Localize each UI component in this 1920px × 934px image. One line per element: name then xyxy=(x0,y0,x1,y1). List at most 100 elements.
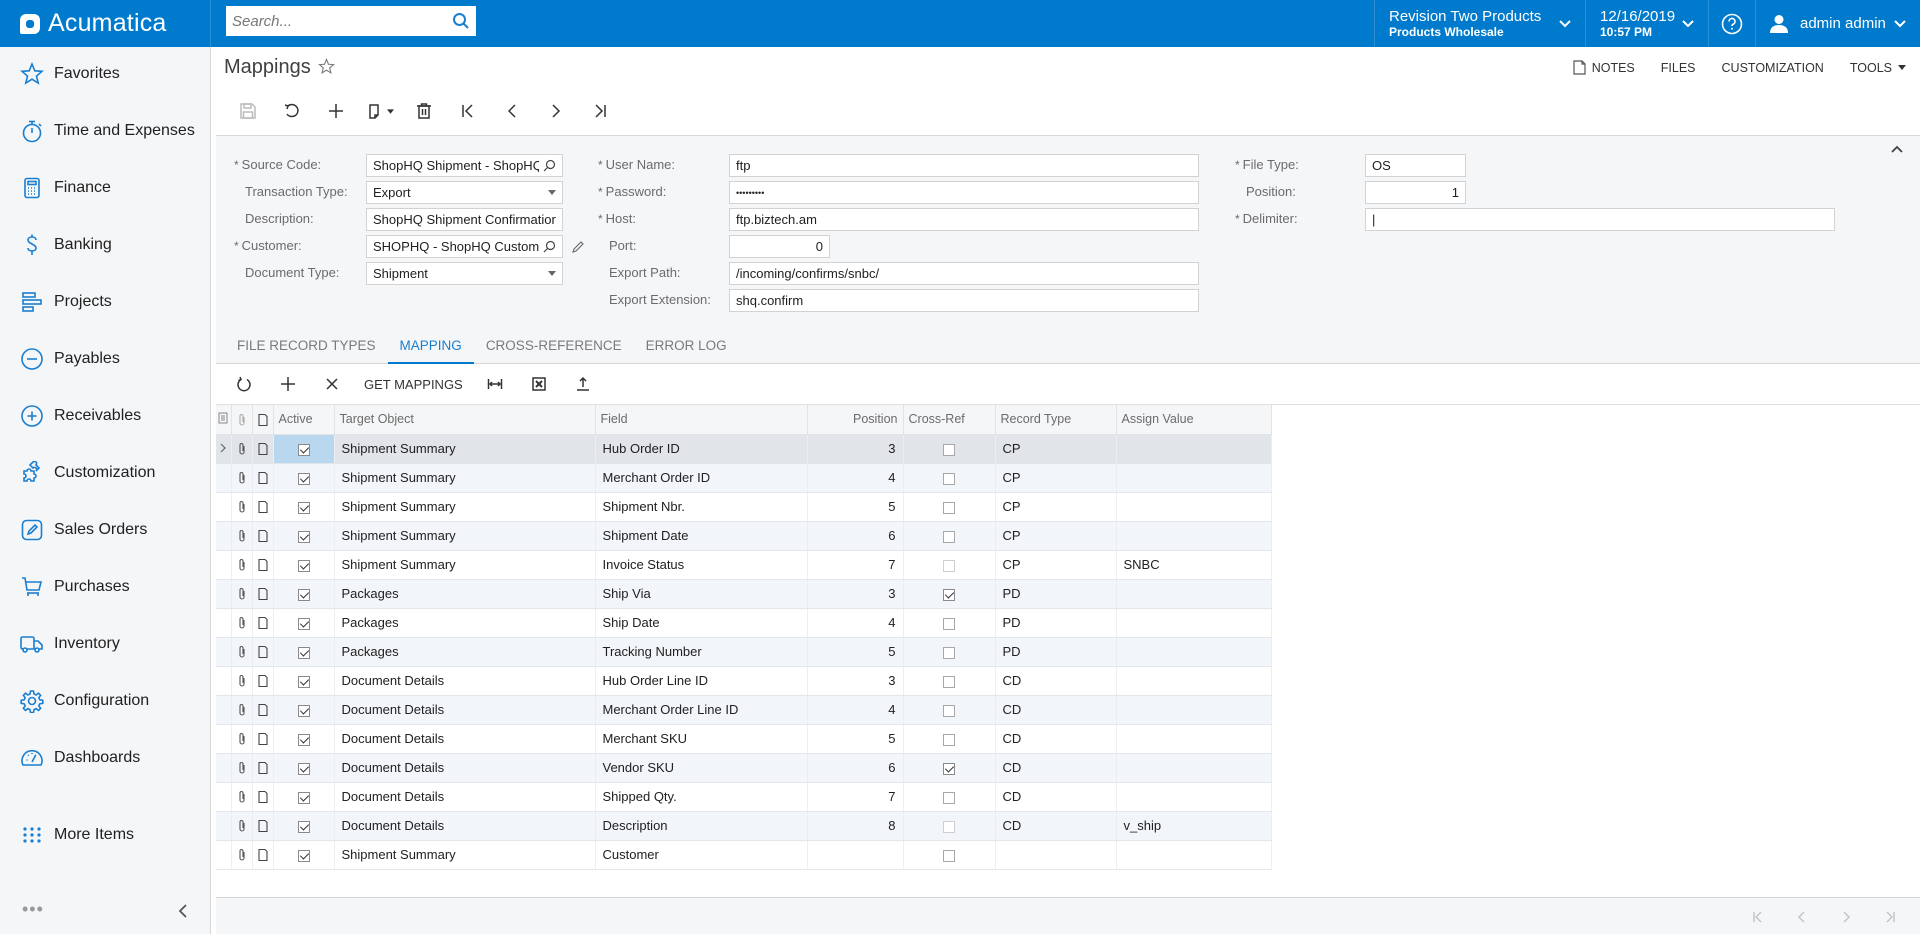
active-cell[interactable] xyxy=(273,434,335,464)
cross-ref-checkbox[interactable] xyxy=(943,559,955,572)
note-icon[interactable] xyxy=(257,471,269,485)
note-cell[interactable] xyxy=(252,434,274,464)
paperclip-icon[interactable] xyxy=(236,703,248,717)
field-cell[interactable]: Tracking Number xyxy=(595,637,808,667)
position-cell[interactable]: 3 xyxy=(807,434,904,464)
record-type-cell[interactable]: CP xyxy=(995,434,1117,464)
sidebar-item-inventory[interactable]: Inventory xyxy=(0,622,210,666)
cross-ref-checkbox[interactable] xyxy=(943,704,955,717)
table-row[interactable]: Packages Ship Date 4 PD xyxy=(216,608,1272,638)
row-selector[interactable] xyxy=(216,666,232,696)
sidebar-item-sales-orders[interactable]: Sales Orders xyxy=(0,508,210,552)
pager-last-button[interactable] xyxy=(1868,906,1912,928)
active-cell[interactable] xyxy=(273,840,335,870)
field-cell[interactable]: Invoice Status xyxy=(595,550,808,580)
note-icon[interactable] xyxy=(257,819,269,833)
note-cell[interactable] xyxy=(252,811,274,841)
active-checkbox[interactable] xyxy=(297,820,310,833)
note-cell[interactable] xyxy=(252,753,274,783)
cross-ref-cell[interactable] xyxy=(903,434,996,464)
user-menu[interactable]: admin admin xyxy=(1755,0,1920,47)
cross-ref-cell[interactable] xyxy=(903,840,996,870)
active-checkbox[interactable] xyxy=(297,733,310,746)
active-cell[interactable] xyxy=(273,666,335,696)
field-cell[interactable]: Shipment Nbr. xyxy=(595,492,808,522)
record-type-cell[interactable]: CP xyxy=(995,550,1117,580)
cross-ref-checkbox[interactable] xyxy=(943,762,955,775)
position-cell[interactable]: 5 xyxy=(807,637,904,667)
target-object-cell[interactable]: Document Details xyxy=(334,811,596,841)
host-field[interactable]: ftp.biztech.am xyxy=(729,208,1199,231)
row-selector[interactable] xyxy=(216,463,232,493)
active-checkbox[interactable] xyxy=(297,588,310,601)
collapse-sidebar-icon[interactable] xyxy=(176,902,190,920)
field-cell[interactable]: Shipment Date xyxy=(595,521,808,551)
note-icon[interactable] xyxy=(257,558,269,572)
field-cell[interactable]: Ship Via xyxy=(595,579,808,609)
record-type-cell[interactable]: CD xyxy=(995,782,1117,812)
paperclip-icon[interactable] xyxy=(236,529,248,543)
target-object-cell[interactable]: Shipment Summary xyxy=(334,463,596,493)
paperclip-icon[interactable] xyxy=(236,790,248,804)
record-type-cell[interactable]: PD xyxy=(995,608,1117,638)
active-cell[interactable] xyxy=(273,695,335,725)
cross-ref-checkbox[interactable] xyxy=(943,791,955,804)
record-type-cell[interactable]: CP xyxy=(995,463,1117,493)
sidebar-item-banking[interactable]: Banking xyxy=(0,223,210,267)
pager-previous-button[interactable] xyxy=(1780,906,1824,928)
tab-mapping[interactable]: MAPPING xyxy=(387,327,475,365)
cross-ref-checkbox[interactable] xyxy=(943,646,955,659)
document-type-select[interactable]: Shipment xyxy=(366,262,563,285)
sidebar-item-more-items[interactable]: More Items xyxy=(0,813,210,857)
delete-row-button[interactable] xyxy=(310,369,354,399)
active-cell[interactable] xyxy=(273,782,335,812)
sidebar-item-customization[interactable]: Customization xyxy=(0,451,210,495)
sidebar-item-finance[interactable]: Finance xyxy=(0,166,210,210)
fit-columns-button[interactable] xyxy=(473,369,517,399)
field-cell[interactable]: Merchant Order Line ID xyxy=(595,695,808,725)
position-cell[interactable]: 5 xyxy=(807,724,904,754)
acumatica-logo[interactable]: Acumatica xyxy=(0,0,211,47)
lookup-icon[interactable] xyxy=(543,240,556,253)
target-object-cell[interactable]: Document Details xyxy=(334,782,596,812)
files-link[interactable]: FILES xyxy=(1661,60,1696,75)
row-selector[interactable] xyxy=(216,811,232,841)
active-checkbox[interactable] xyxy=(297,501,310,514)
paperclip-icon[interactable] xyxy=(236,558,248,572)
note-icon[interactable] xyxy=(257,529,269,543)
paperclip-icon[interactable] xyxy=(236,645,248,659)
field-cell[interactable]: Customer xyxy=(595,840,808,870)
cross-ref-checkbox[interactable] xyxy=(943,733,955,746)
note-cell[interactable] xyxy=(252,579,274,609)
target-object-cell[interactable]: Document Details xyxy=(334,666,596,696)
note-icon[interactable] xyxy=(257,645,269,659)
collapse-form-icon[interactable] xyxy=(1890,144,1904,154)
paperclip-icon[interactable] xyxy=(236,761,248,775)
assign-value-cell[interactable]: v_ship xyxy=(1116,811,1272,841)
transaction-type-select[interactable]: Export xyxy=(366,181,563,204)
sidebar-item-favorites[interactable]: Favorites xyxy=(0,52,210,96)
cross-ref-cell[interactable] xyxy=(903,608,996,638)
assign-value-cell[interactable] xyxy=(1116,666,1272,696)
cross-ref-checkbox[interactable] xyxy=(943,675,955,688)
active-cell[interactable] xyxy=(273,550,335,580)
note-icon[interactable] xyxy=(257,848,269,862)
note-icon[interactable] xyxy=(257,790,269,804)
field-cell[interactable]: Description xyxy=(595,811,808,841)
pager-next-button[interactable] xyxy=(1824,906,1868,928)
position-cell[interactable]: 5 xyxy=(807,492,904,522)
cross-ref-cell[interactable] xyxy=(903,550,996,580)
field-cell[interactable]: Merchant SKU xyxy=(595,724,808,754)
row-selector[interactable] xyxy=(216,608,232,638)
active-cell[interactable] xyxy=(273,521,335,551)
record-type-cell[interactable]: CP xyxy=(995,492,1117,522)
position-field[interactable]: 1 xyxy=(1365,181,1466,204)
add-to-favorites-icon[interactable] xyxy=(318,58,335,75)
upload-button[interactable] xyxy=(561,369,605,399)
active-cell[interactable] xyxy=(273,608,335,638)
cross-ref-cell[interactable] xyxy=(903,579,996,609)
column-header-field[interactable]: Field xyxy=(595,405,808,435)
attachment-cell[interactable] xyxy=(231,637,253,667)
target-object-cell[interactable]: Shipment Summary xyxy=(334,521,596,551)
tab-file-record-types[interactable]: FILE RECORD TYPES xyxy=(225,327,388,364)
